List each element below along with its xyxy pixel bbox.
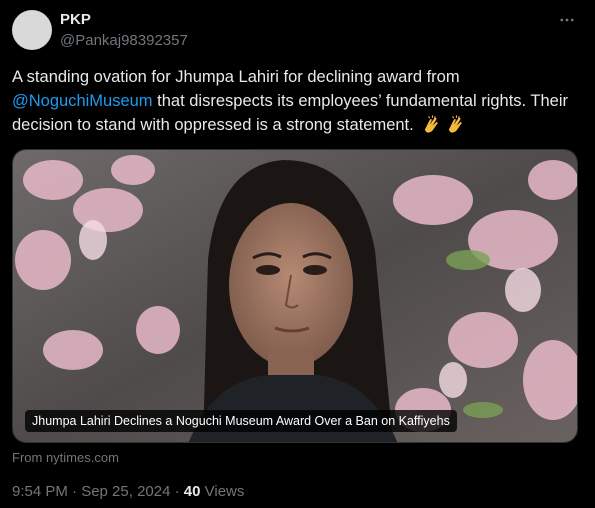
link-source[interactable]: From nytimes.com <box>12 450 119 465</box>
views-label: Views <box>200 483 245 500</box>
timestamp[interactable]: 9:54 PM · Sep 25, 2024 · <box>12 483 184 500</box>
article-photo <box>13 150 577 442</box>
avatar[interactable] <box>12 10 52 50</box>
tweet-text: A standing ovation for Jhumpa Lahiri for… <box>12 65 587 137</box>
mention-link[interactable]: @NoguchiMuseum <box>12 92 153 110</box>
tweet-text-part1: A standing ovation for Jhumpa Lahiri for… <box>12 68 460 86</box>
tweet-meta: 9:54 PM · Sep 25, 2024 · 40 Views <box>12 483 244 500</box>
more-options-icon[interactable] <box>557 10 577 30</box>
views-count[interactable]: 40 <box>184 483 201 500</box>
tweet: PKP @Pankaj98392357 A standing ovation f… <box>0 0 595 508</box>
author-name[interactable]: PKP <box>60 11 91 29</box>
link-card[interactable]: Jhumpa Lahiri Declines a Noguchi Museum … <box>12 149 578 443</box>
clapping-hands-icon <box>421 114 442 134</box>
author-handle[interactable]: @Pankaj98392357 <box>60 32 188 50</box>
article-headline[interactable]: Jhumpa Lahiri Declines a Noguchi Museum … <box>25 410 457 432</box>
clapping-hands-icon <box>445 114 466 134</box>
